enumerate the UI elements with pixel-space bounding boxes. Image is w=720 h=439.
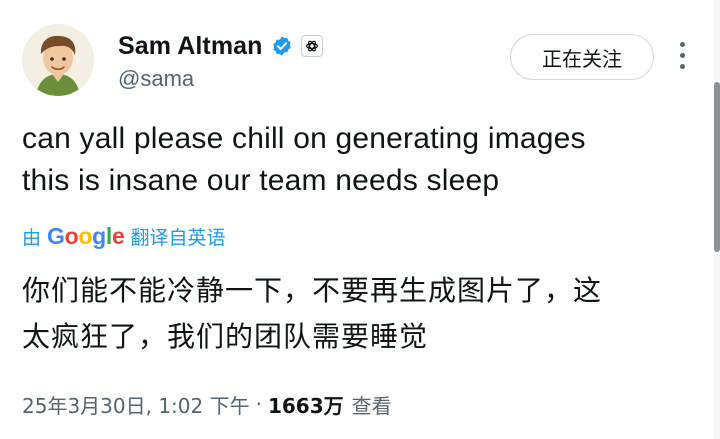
- meta-separator: ·: [255, 392, 262, 416]
- translate-attribution[interactable]: 由 Google 翻译自英语: [22, 222, 225, 250]
- openai-logo-icon[interactable]: [300, 35, 323, 57]
- views-label: 查看: [351, 393, 392, 418]
- views-count: 1663万: [267, 393, 344, 418]
- translated-text: 你们能不能冷静一下，不要再生成图片了，这 太疯狂了，我们的团队需要睡觉: [22, 268, 698, 360]
- tweet-timestamp[interactable]: 25年3月30日, 1:02 下午: [22, 390, 250, 419]
- author-handle[interactable]: @sama: [118, 66, 194, 92]
- google-logo: Google: [47, 222, 125, 249]
- tweet-text: can yall please chill on generating imag…: [22, 118, 692, 202]
- more-vertical-icon[interactable]: [676, 42, 688, 72]
- author-display-name[interactable]: Sam Altman: [118, 32, 263, 61]
- scrollbar-thumb[interactable]: [714, 82, 720, 252]
- avatar-illustration: [22, 24, 94, 96]
- following-button[interactable]: 正在关注: [510, 34, 654, 80]
- translate-by-label: 由: [22, 226, 42, 249]
- tweet-text-line: this is insane our team needs sleep: [22, 164, 500, 197]
- tweet-text-line: can yall please chill on generating imag…: [22, 122, 586, 155]
- tweet-meta: 25年3月30日, 1:02 下午 · 1663万 查看: [22, 388, 392, 420]
- avatar[interactable]: [22, 24, 94, 96]
- translated-text-line: 太疯狂了，我们的团队需要睡觉: [22, 320, 429, 353]
- translated-text-line: 你们能不能冷静一下，不要再生成图片了，这: [22, 274, 603, 307]
- verified-badge-icon[interactable]: [271, 35, 293, 57]
- tweet-card: Sam Altman @sama 正在关注 can yall please ch…: [0, 0, 720, 439]
- author-name-row: Sam Altman: [118, 30, 323, 62]
- translate-from-label: 翻译自英语: [130, 226, 226, 249]
